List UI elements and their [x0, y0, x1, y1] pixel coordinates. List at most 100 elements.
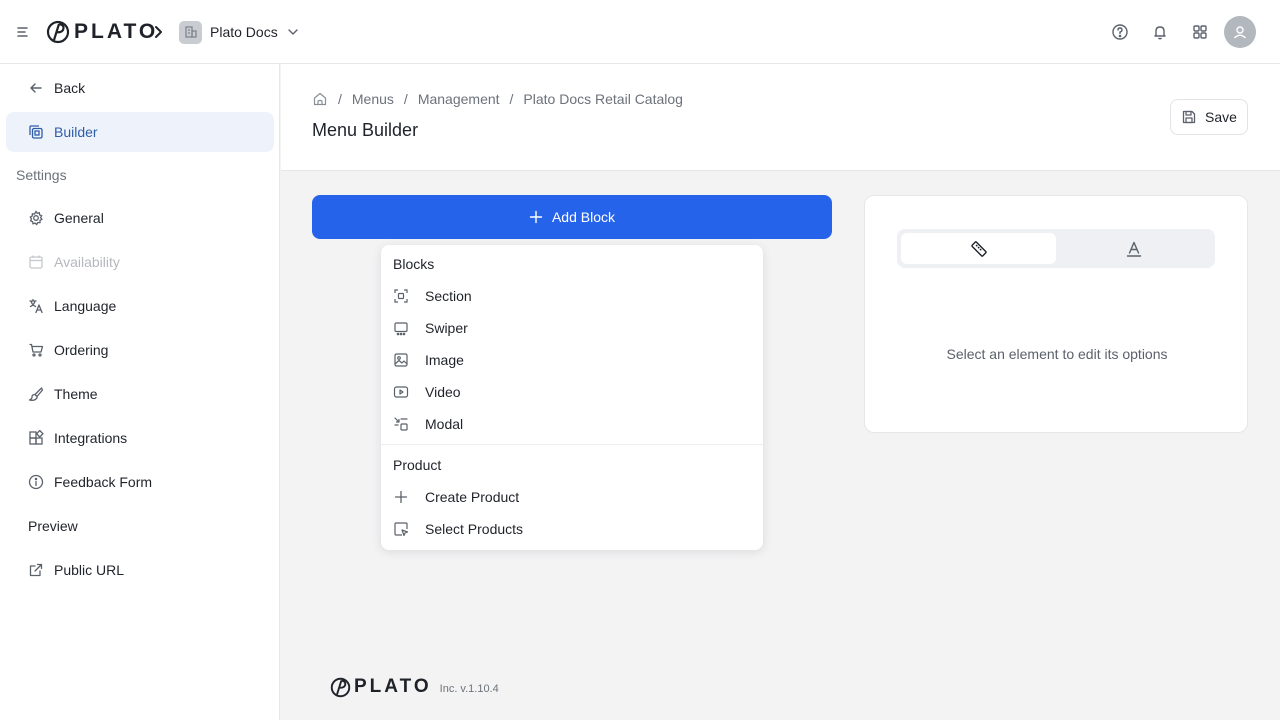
menu-item-label: Select Products	[425, 521, 524, 537]
page-title: Menu Builder	[312, 120, 419, 140]
plato-logo-icon	[330, 677, 351, 697]
breadcrumb: / Menus / Management / Plato Docs Retail…	[312, 91, 683, 107]
chevron-down-icon	[286, 25, 300, 39]
swiper-icon	[393, 320, 409, 336]
brush-icon	[28, 386, 44, 402]
back-label: Back	[54, 80, 86, 96]
builder-icon	[28, 124, 44, 140]
empty-options-message: Select an element to edit its options	[946, 346, 1168, 362]
translate-icon	[28, 298, 44, 314]
sidebar-item-label: General	[54, 210, 104, 226]
menu-item-modal[interactable]: Modal	[393, 410, 751, 438]
help-icon[interactable]	[1104, 16, 1136, 48]
sidebar-item-builder[interactable]: Builder	[6, 112, 274, 152]
workspace-name: Plato Docs	[210, 24, 278, 40]
save-label: Save	[1205, 109, 1237, 125]
breadcrumb-separator: /	[403, 91, 408, 107]
back-link[interactable]: Back	[6, 68, 274, 108]
breadcrumb-current: Plato Docs Retail Catalog	[523, 91, 683, 107]
sidebar-item-label: Language	[54, 298, 117, 314]
chevron-right-icon	[150, 24, 166, 40]
menu-divider	[381, 444, 763, 445]
save-icon	[1181, 109, 1197, 125]
apps-grid-icon[interactable]	[1184, 16, 1216, 48]
sidebar-item-label: Feedback Form	[54, 474, 153, 490]
sidebar-item-general[interactable]: General	[6, 198, 274, 238]
external-link-icon	[28, 562, 44, 578]
home-icon[interactable]	[312, 91, 328, 107]
user-avatar[interactable]	[1224, 16, 1256, 48]
top-actions	[1096, 16, 1256, 48]
workspace-switcher[interactable]: Plato Docs	[179, 20, 300, 44]
add-block-label: Add Block	[551, 209, 616, 225]
user-icon	[1234, 26, 1246, 39]
plato-logo-icon	[46, 20, 70, 44]
building-icon	[179, 20, 202, 44]
menu-item-label: Image	[425, 352, 464, 368]
save-button[interactable]: Save	[1170, 99, 1248, 135]
options-tabs	[897, 229, 1215, 268]
sidebar-item-theme[interactable]: Theme	[6, 374, 274, 414]
calendar-icon	[28, 254, 44, 270]
preview-heading: Preview	[28, 518, 78, 534]
arrow-left-icon	[28, 80, 44, 96]
sidebar-item-availability: Availability	[6, 242, 274, 282]
breadcrumb-separator: /	[338, 91, 342, 107]
ruler-icon	[969, 239, 989, 259]
bell-icon[interactable]	[1144, 16, 1176, 48]
video-icon	[393, 384, 409, 400]
footer-brand: PLATO	[354, 676, 432, 697]
menu-item-select-products[interactable]: Select Products	[393, 515, 751, 543]
menu-item-label: Video	[425, 384, 461, 400]
typography-icon	[1124, 239, 1144, 259]
sidebar-item-label: Integrations	[54, 430, 128, 446]
footer: PLATO Inc. v.1.10.4	[330, 676, 499, 698]
menu-item-label: Create Product	[425, 489, 520, 505]
modal-icon	[393, 416, 409, 432]
menu-item-label: Modal	[425, 416, 464, 432]
footer-version: Inc. v.1.10.4	[439, 682, 499, 695]
breadcrumb-menus[interactable]: Menus	[352, 91, 394, 107]
cart-icon	[28, 342, 44, 358]
menu-item-image[interactable]: Image	[393, 346, 751, 374]
top-bar: PLATO Plato Docs	[0, 0, 1280, 64]
tab-layout[interactable]	[901, 233, 1056, 264]
breadcrumb-management[interactable]: Management	[418, 91, 500, 107]
info-icon	[28, 474, 44, 490]
tab-typography[interactable]	[1056, 233, 1211, 264]
blocks-heading: Blocks	[393, 256, 435, 272]
gear-icon	[28, 210, 44, 226]
section-icon	[393, 288, 409, 304]
sidebar-item-ordering[interactable]: Ordering	[6, 330, 274, 370]
image-icon	[393, 352, 409, 368]
sidebar: Back Builder Settings General Availabili…	[0, 64, 280, 720]
menu-item-swiper[interactable]: Swiper	[393, 314, 751, 342]
page-header: / Menus / Management / Plato Docs Retail…	[281, 64, 1280, 171]
integrations-icon	[28, 430, 44, 446]
sidebar-item-language[interactable]: Language	[6, 286, 274, 326]
menu-item-section[interactable]: Section	[393, 282, 751, 310]
sidebar-item-label: Builder	[54, 124, 98, 140]
sidebar-item-label: Public URL	[54, 562, 125, 578]
sidebar-item-integrations[interactable]: Integrations	[6, 418, 274, 458]
plus-icon	[393, 489, 409, 505]
menu-item-label: Swiper	[425, 320, 468, 336]
sidebar-item-public-url[interactable]: Public URL	[6, 550, 274, 590]
element-options-panel: Select an element to edit its options	[864, 195, 1248, 433]
product-heading: Product	[393, 457, 442, 473]
menu-item-label: Section	[425, 288, 472, 304]
add-block-button[interactable]: Add Block	[312, 195, 832, 239]
menu-item-video[interactable]: Video	[393, 378, 751, 406]
select-products-icon	[393, 521, 409, 537]
menu-item-create-product[interactable]: Create Product	[393, 483, 751, 511]
brand-name: PLATO	[74, 20, 159, 43]
sidebar-item-label: Availability	[54, 254, 120, 270]
sidebar-item-feedback-form[interactable]: Feedback Form	[6, 462, 274, 502]
settings-heading: Settings	[16, 167, 67, 183]
brand-logo[interactable]: PLATO	[46, 19, 158, 45]
add-block-menu: Blocks Section Swiper Image Video Modal …	[381, 245, 763, 550]
breadcrumb-separator: /	[509, 91, 514, 107]
menu-toggle-icon[interactable]	[14, 22, 34, 42]
sidebar-item-label: Theme	[54, 386, 98, 402]
plus-icon	[529, 210, 543, 224]
